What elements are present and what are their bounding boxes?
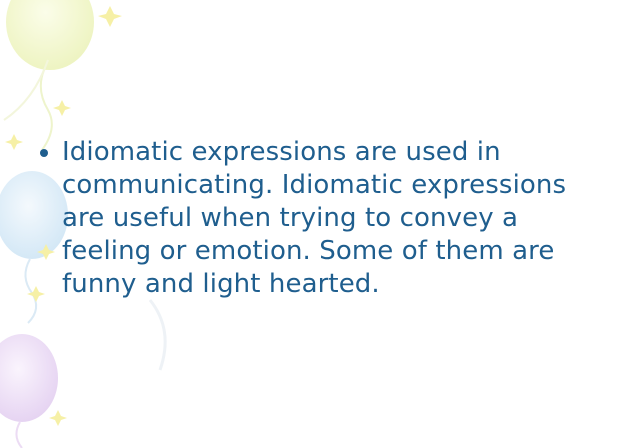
balloon-icon [6, 0, 94, 151]
bullet-item: Idiomatic expressions are used in commun… [34, 136, 604, 301]
balloon-icon [0, 334, 58, 448]
slide: Idiomatic expressions are used in commun… [0, 0, 628, 448]
bullet-list: Idiomatic expressions are used in commun… [34, 136, 604, 301]
bullet-marker [40, 149, 48, 157]
bullet-text: Idiomatic expressions are used in commun… [62, 137, 567, 299]
